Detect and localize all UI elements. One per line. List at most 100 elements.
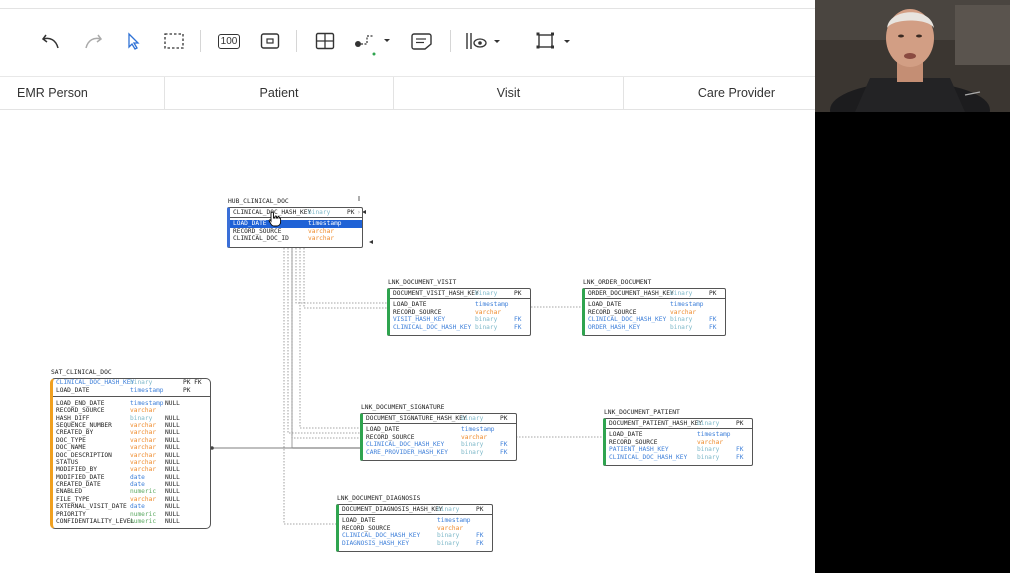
table-row[interactable]: ORDER_HASH_KEY binary FK [585, 324, 725, 331]
column-name: CLINICAL_DOC_HASH_KEY [609, 453, 688, 461]
table-row[interactable]: RECORD_SOURCE varchar [363, 434, 516, 441]
table-header-row[interactable]: DOCUMENT_SIGNATURE_HASH_KEY binary PK [363, 414, 516, 425]
table-row-selected[interactable]: LOAD_DATE timestamp [230, 220, 362, 228]
key-badge: FK [476, 532, 484, 540]
column-type: varchar [670, 308, 697, 316]
table-row[interactable]: CREATED_BY varchar NULL [53, 429, 210, 436]
table-sat-clinical-doc[interactable]: CLINICAL_DOC_HASH_KEY binary PK FK LOAD_DA… [50, 378, 211, 529]
table-row[interactable]: DOC_NAME varchar NULL [53, 444, 210, 451]
nullable-flag: NULL [165, 458, 180, 466]
relationship-line[interactable] [303, 248, 390, 309]
column-type: binary [475, 316, 498, 324]
table-row[interactable]: DIAGNOSIS_HASH_KEY binary FK [339, 540, 492, 547]
relationship-line[interactable] [212, 248, 293, 449]
column-name: VISIT_HASH_KEY [393, 316, 446, 324]
column-type: numeric [130, 518, 157, 526]
table-row[interactable]: CONFIDENTIALITY_LEVEL numeric NULL [53, 518, 210, 525]
table-row[interactable]: CLINICAL_DOC_HASH_KEY binary FK [606, 454, 752, 461]
column-type: timestamp [697, 431, 731, 439]
relationship-line[interactable] [299, 248, 362, 429]
key-badge: PK [514, 290, 522, 297]
column-type: timestamp [308, 220, 342, 228]
table-row[interactable]: ENABLED numeric NULL [53, 488, 210, 495]
column-type: date [130, 473, 145, 481]
table-row[interactable]: PRIORITY numeric NULL [53, 511, 210, 518]
table-row[interactable]: HASH_DIFF binary NULL [53, 415, 210, 422]
column-type: binary [670, 290, 693, 297]
table-row[interactable]: RECORD_SOURCE varchar [606, 439, 752, 446]
key-badge: FK [736, 446, 744, 454]
table-row[interactable]: LOAD_DATE timestamp [585, 301, 725, 308]
table-row[interactable]: RECORD_SOURCE varchar [339, 525, 492, 532]
table-pk-row[interactable]: LOAD_DATE timestamp PK [53, 386, 210, 397]
table-row[interactable]: CLINICAL_DOC_HASH_KEY binary FK [585, 316, 725, 323]
column-name: LOAD_DATE [342, 517, 376, 525]
column-name: DOCUMENT_PATIENT_HASH_KEY [609, 420, 703, 427]
resize-handle[interactable] [369, 240, 373, 244]
table-lnk-document-patient[interactable]: DOCUMENT_PATIENT_HASH_KEY binary PK LOAD… [603, 418, 753, 466]
nullable-flag: NULL [165, 473, 180, 481]
column-type: numeric [130, 510, 157, 518]
table-row[interactable]: RECORD_SOURCE varchar [230, 228, 362, 235]
table-row[interactable]: DOC_DESCRIPTION varchar NULL [53, 452, 210, 459]
diagram-canvas[interactable]: 100 EMR Person Patient Visit Care Provid… [0, 0, 815, 573]
relationship-line[interactable] [287, 248, 362, 434]
table-row[interactable]: LOAD_DATE timestamp [339, 517, 492, 524]
table-header-row[interactable]: CLINICAL_DOC_HASH_KEY binary PK › [230, 208, 362, 219]
table-row[interactable]: LOAD_DATE timestamp [606, 431, 752, 438]
column-type: date [130, 503, 145, 511]
nullable-flag: NULL [165, 421, 180, 429]
table-header-row[interactable]: DOCUMENT_VISIT_HASH_KEY binary PK [390, 289, 530, 300]
column-name: DOCUMENT_VISIT_HASH_KEY [393, 290, 479, 297]
table-row[interactable]: CLINICAL_DOC_HASH_KEY binary FK [363, 441, 516, 448]
column-type: binary [475, 290, 498, 297]
table-row[interactable]: EXTERNAL_VISIT_DATE date NULL [53, 503, 210, 510]
table-hub-clinical-doc[interactable]: CLINICAL_DOC_HASH_KEY binary PK › LOAD_D… [227, 207, 363, 248]
table-row[interactable]: LOAD_END_DATE timestamp NULL [53, 400, 210, 407]
table-row[interactable]: RECORD_SOURCE varchar [390, 309, 530, 316]
table-lnk-order-document[interactable]: ORDER_DOCUMENT_HASH_KEY binary PK LOAD_D… [582, 288, 726, 336]
table-row[interactable]: MODIFIED_DATE date NULL [53, 474, 210, 481]
column-type: varchar [697, 438, 724, 446]
table-row[interactable]: CREATED_DATE date NULL [53, 481, 210, 488]
table-header-row[interactable]: DOCUMENT_DIAGNOSIS_HASH_KEY binary PK [339, 505, 492, 516]
relationship-line[interactable] [295, 248, 390, 304]
key-badge: PK [183, 387, 191, 395]
key-badge: PK [347, 209, 355, 216]
column-type: binary [697, 420, 720, 427]
table-row[interactable]: CARE_PROVIDER_HASH_KEY binary FK [363, 449, 516, 456]
column-name: RECORD_SOURCE [56, 407, 105, 415]
table-lnk-document-signature[interactable]: DOCUMENT_SIGNATURE_HASH_KEY binary PK LO… [360, 413, 517, 461]
table-row[interactable]: STATUS varchar NULL [53, 459, 210, 466]
table-row[interactable]: PATIENT_HASH_KEY binary FK [606, 446, 752, 453]
table-pk-row[interactable]: CLINICAL_DOC_HASH_KEY binary PK FK [53, 379, 210, 386]
column-type: timestamp [130, 399, 164, 407]
table-row[interactable]: FILE_TYPE varchar NULL [53, 496, 210, 503]
table-row[interactable]: CLINICAL_DOC_ID varchar [230, 235, 362, 242]
table-row[interactable]: LOAD_DATE timestamp [390, 301, 530, 308]
column-name: DIAGNOSIS_HASH_KEY [342, 539, 410, 547]
table-row[interactable]: CLINICAL_DOC_HASH_KEY binary FK [339, 532, 492, 539]
relationship-line[interactable] [291, 248, 362, 439]
column-name: LOAD_DATE [393, 301, 427, 309]
table-header-row[interactable]: ORDER_DOCUMENT_HASH_KEY binary PK [585, 289, 725, 300]
table-row[interactable]: RECORD_SOURCE varchar [53, 407, 210, 414]
table-row[interactable]: CLINICAL_DOC_HASH_KEY binary FK [390, 324, 530, 331]
column-name: PRIORITY [56, 510, 86, 518]
table-row[interactable]: LOAD_DATE timestamp [363, 426, 516, 433]
table-row[interactable]: VISIT_HASH_KEY binary FK [390, 316, 530, 323]
table-row[interactable]: DOC_TYPE varchar NULL [53, 437, 210, 444]
table-row[interactable]: SEQUENCE_NUMBER varchar NULL [53, 422, 210, 429]
webcam-video [815, 0, 1010, 112]
column-type: varchar [130, 466, 157, 474]
table-row[interactable]: RECORD_SOURCE varchar [585, 309, 725, 316]
column-name: EXTERNAL_VISIT_DATE [56, 503, 127, 511]
column-name: DOC_NAME [56, 444, 86, 452]
table-lnk-document-diagnosis[interactable]: DOCUMENT_DIAGNOSIS_HASH_KEY binary PK LO… [336, 504, 493, 552]
column-type: varchar [130, 444, 157, 452]
column-name: DOC_TYPE [56, 436, 86, 444]
table-row[interactable]: MODIFIED_BY varchar NULL [53, 466, 210, 473]
table-lnk-document-visit[interactable]: DOCUMENT_VISIT_HASH_KEY binary PK LOAD_D… [387, 288, 531, 336]
column-type: binary [475, 323, 498, 331]
table-header-row[interactable]: DOCUMENT_PATIENT_HASH_KEY binary PK [606, 419, 752, 430]
